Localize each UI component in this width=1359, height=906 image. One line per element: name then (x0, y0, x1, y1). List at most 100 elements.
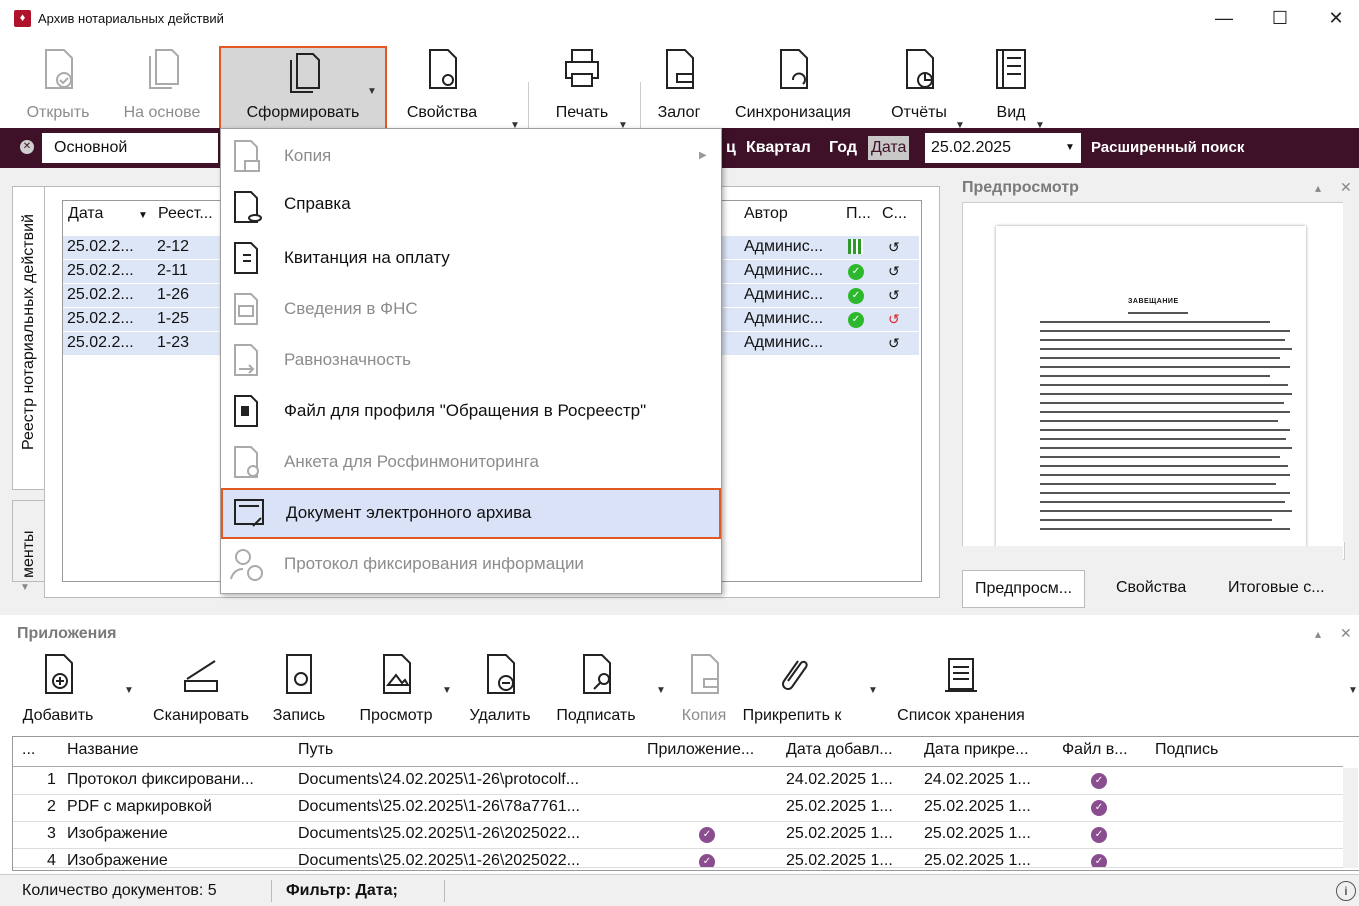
tab-preview[interactable]: Предпросм... (962, 570, 1086, 608)
close-button[interactable]: ✕ (1316, 4, 1356, 32)
menu-item-rosreestr-file[interactable]: Файл для профиля "Обращения в Росреестр" (221, 386, 721, 437)
purple-check-icon: ✓ (699, 827, 715, 843)
column-registry[interactable]: Реест... (158, 205, 213, 223)
column-date[interactable]: Дата (68, 205, 103, 223)
menu-item-fns[interactable]: Сведения в ФНС (221, 284, 721, 335)
menu-item-electronic-archive[interactable]: Документ электронного архива (221, 488, 721, 539)
column-path[interactable]: Путь (298, 741, 333, 759)
filter-year[interactable]: Год (829, 139, 857, 157)
chevron-down-icon[interactable]: ▼ (1348, 685, 1358, 696)
clear-filter-icon[interactable]: ✕ (20, 140, 34, 154)
chevron-down-icon[interactable]: ▼ (1065, 142, 1075, 153)
column-signature[interactable]: Подпись (1155, 741, 1218, 759)
text-line (1040, 438, 1286, 440)
green-check-icon: ✓ (848, 288, 864, 304)
film-record-icon (286, 654, 312, 694)
copy-button[interactable]: Копия (674, 645, 734, 735)
text-line (1040, 321, 1270, 323)
tab-properties[interactable]: Свойства (1104, 570, 1198, 606)
pledge-button[interactable]: Залог (648, 36, 710, 128)
record-button[interactable]: Запись (266, 645, 332, 735)
properties-button[interactable]: Свойства (392, 36, 492, 128)
attachments-scrollbar[interactable] (1343, 768, 1358, 868)
preview-tabs: Предпросм... Свойства Итоговые с... (962, 570, 1359, 608)
close-icon[interactable]: ✕ (1340, 179, 1352, 196)
chevron-down-icon[interactable]: ▼ (656, 685, 666, 696)
document-minus-icon (487, 654, 515, 694)
open-button[interactable]: Открыть (10, 36, 106, 128)
add-button[interactable]: Добавить (16, 645, 100, 735)
filter-date-label[interactable]: Дата (868, 136, 910, 160)
close-icon[interactable]: ✕ (1340, 625, 1352, 642)
text-line (1040, 420, 1278, 422)
sync-ok-icon: ↺ (888, 239, 900, 255)
column-date-attached[interactable]: Дата прикре... (924, 741, 1029, 759)
text-line (1040, 519, 1272, 521)
preview-hscrollbar[interactable] (962, 546, 1343, 560)
scan-button[interactable]: Сканировать (146, 645, 256, 735)
copy-stamp-icon (234, 140, 260, 172)
text-line (1040, 393, 1292, 395)
scroll-down-icon[interactable]: ▼ (20, 582, 30, 593)
view-attachment-button[interactable]: Просмотр (348, 645, 444, 735)
column-s[interactable]: С... (882, 205, 907, 223)
filter-quarter[interactable]: Квартал (746, 139, 811, 157)
document-car-icon (666, 49, 694, 89)
printer-icon (565, 49, 599, 87)
pin-icon[interactable]: ▴ (1315, 627, 1321, 641)
column-date-added[interactable]: Дата добавл... (786, 741, 893, 759)
menu-item-rosfinmonitoring[interactable]: Анкета для Росфинмониторинга (221, 437, 721, 488)
sort-desc-icon[interactable]: ▼ (138, 210, 148, 221)
menu-item-receipt[interactable]: Квитанция на оплату (221, 233, 721, 284)
document-gear-icon (429, 49, 457, 89)
column-name[interactable]: Название (67, 741, 139, 759)
column-author[interactable]: Автор (744, 205, 788, 223)
view-button[interactable]: Вид (980, 36, 1042, 128)
chevron-down-icon[interactable]: ▼ (442, 685, 452, 696)
green-check-icon: ✓ (848, 264, 864, 280)
menu-item-certificate[interactable]: Справка (221, 182, 721, 233)
column-application[interactable]: Приложение... (647, 741, 754, 759)
column-p[interactable]: П... (846, 205, 871, 223)
advanced-search-link[interactable]: Расширенный поиск (1091, 139, 1244, 156)
table-row[interactable]: 4 Изображение Documents\25.02.2025\1-26\… (13, 849, 1343, 868)
text-line (1040, 474, 1290, 476)
based-on-button[interactable]: На основе (112, 36, 212, 128)
column-num[interactable]: ... (22, 741, 35, 759)
tab-summary[interactable]: Итоговые с... (1216, 570, 1337, 606)
chevron-down-icon[interactable]: ▼ (868, 685, 878, 696)
filter-preset-field[interactable]: Основной (42, 133, 218, 163)
pin-icon[interactable]: ▴ (1315, 181, 1321, 195)
scanner-icon (184, 660, 218, 692)
print-button[interactable]: Печать (538, 36, 626, 128)
storage-list-button[interactable]: Список хранения (886, 645, 1036, 735)
green-check-icon: ✓ (848, 312, 864, 328)
menu-item-protocol[interactable]: Протокол фиксирования информации (221, 539, 721, 590)
table-row[interactable]: 1 Протокол фиксировани... Documents\24.0… (13, 768, 1343, 795)
minimize-button[interactable]: — (1204, 4, 1244, 32)
attach-to-button[interactable]: Прикрепить к (742, 645, 842, 735)
document-page (996, 226, 1306, 556)
text-line (1040, 357, 1280, 359)
document-count: Количество документов: 5 (22, 882, 217, 899)
text-line (1040, 510, 1292, 512)
chevron-down-icon[interactable]: ▼ (124, 685, 134, 696)
preview-scrollbar[interactable] (1343, 202, 1359, 542)
reports-button[interactable]: Отчёты (876, 36, 962, 128)
delete-button[interactable]: Удалить (458, 645, 542, 735)
table-row[interactable]: 2 PDF с маркировкой Documents\25.02.2025… (13, 795, 1343, 822)
form-button[interactable]: Сформировать ▼ (219, 46, 387, 130)
maximize-button[interactable]: ☐ (1260, 4, 1300, 32)
tab-registry[interactable]: Реестр нотариальных действий (12, 186, 45, 490)
questionnaire-icon (234, 446, 259, 478)
column-file[interactable]: Файл в... (1062, 741, 1128, 759)
tab-documents[interactable]: менты (12, 500, 45, 582)
menu-item-equivalence[interactable]: Равнозначность (221, 335, 721, 386)
text-line (1040, 501, 1285, 503)
table-row[interactable]: 3 Изображение Documents\25.02.2025\1-26\… (13, 822, 1343, 849)
sync-button[interactable]: Синхронизация (722, 36, 864, 128)
sign-button[interactable]: Подписать (546, 645, 646, 735)
menu-item-copy[interactable]: Копия ▶ (221, 131, 721, 182)
info-icon[interactable]: i (1336, 881, 1356, 901)
date-input[interactable]: 25.02.2025 ▼ (925, 133, 1081, 163)
